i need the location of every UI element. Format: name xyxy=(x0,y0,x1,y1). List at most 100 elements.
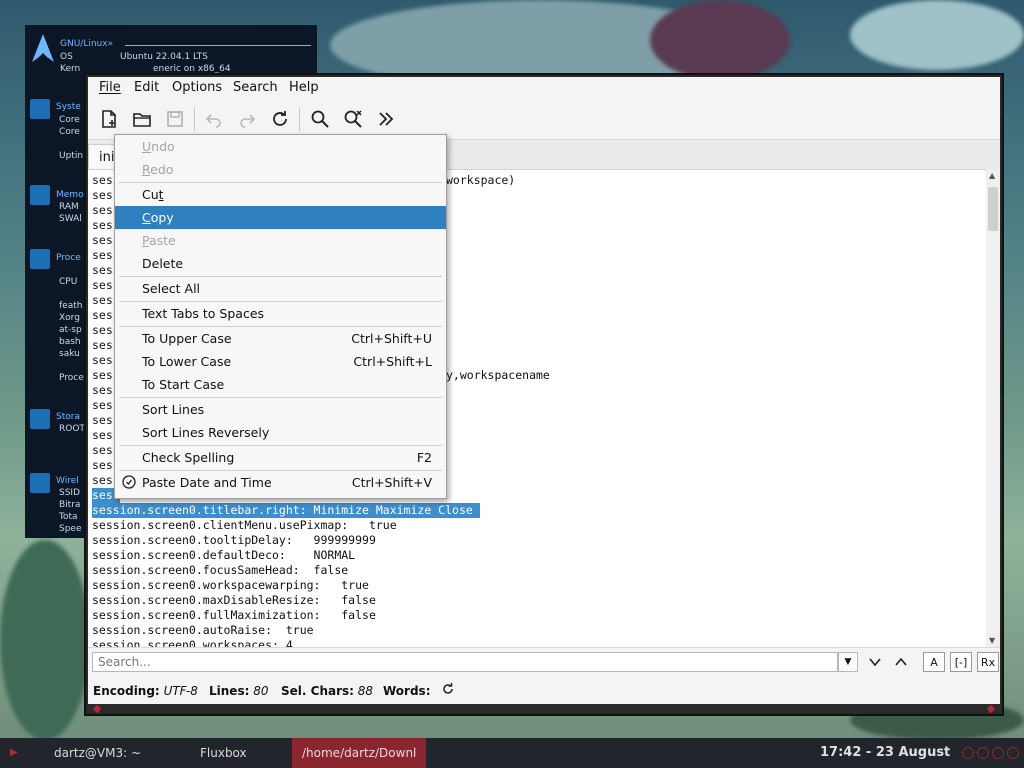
conky-row: SSID xyxy=(59,488,81,498)
more-icon[interactable] xyxy=(374,107,398,131)
taskbar-terminal-window[interactable]: dartz@VM3: ~ xyxy=(54,738,141,768)
taskbar-fluxbox-window[interactable]: Fluxbox xyxy=(200,738,247,768)
menu-item-select-all[interactable]: Select All xyxy=(115,277,446,300)
regex-toggle[interactable]: Rx xyxy=(977,652,999,672)
scroll-up-icon[interactable]: ▲ xyxy=(989,171,995,180)
whole-word-toggle[interactable]: [-] xyxy=(950,652,972,672)
menu-item-cut[interactable]: Cut xyxy=(115,183,446,206)
editor-line[interactable]: session.screen0.clientMenu.usePixmap: tr… xyxy=(92,518,397,533)
menu-item-shortcut: Ctrl+Shift+V xyxy=(351,475,432,490)
window-grip-left-icon[interactable] xyxy=(92,704,102,714)
new-document-icon[interactable] xyxy=(97,107,121,131)
menu-help[interactable]: Help xyxy=(289,80,319,95)
menu-item-redo[interactable]: Redo xyxy=(115,158,446,181)
menu-item-label: Check Spelling xyxy=(142,450,235,465)
save-icon[interactable] xyxy=(163,107,187,131)
menu-item-label: Paste xyxy=(142,233,176,248)
menu-item-sort-lines-reversely[interactable]: Sort Lines Reversely xyxy=(115,421,446,444)
editor-line[interactable]: session.screen0.workspacewarping: true xyxy=(92,578,369,593)
selchars-label: Sel. Chars: xyxy=(281,684,354,698)
status-bar: Encoding: UTF-8 Lines: 80 Sel. Chars: 88… xyxy=(88,677,1000,704)
taskbar-filemanager-window[interactable]: /home/dartz/Downl xyxy=(292,738,427,768)
conky-row: Proce xyxy=(59,373,84,383)
editor-line[interactable]: session.screen0.defaultDeco: NORMAL xyxy=(92,548,355,563)
vertical-scrollbar[interactable]: ▲ ▼ xyxy=(986,169,1000,647)
menu-item-text-tabs-to-spaces[interactable]: Text Tabs to Spaces xyxy=(115,302,446,325)
conky-row: Bitra xyxy=(59,500,81,510)
conky-row: Core xyxy=(59,115,80,125)
editor-line[interactable]: session.screen0.titlebar.right: Minimize… xyxy=(92,503,480,518)
conky-section-memory: Memo xyxy=(56,190,84,200)
conky-row: RAM xyxy=(59,202,79,212)
menu-item-label: Delete xyxy=(142,256,184,271)
editor-line[interactable]: session.screen0.maxDisableResize: false xyxy=(92,593,376,608)
menu-item-undo[interactable]: Undo xyxy=(115,135,446,158)
menu-item-delete[interactable]: Delete xyxy=(115,252,446,275)
cpu-chip-icon xyxy=(30,99,50,119)
conky-row: Core xyxy=(59,127,80,137)
conky-distro: GNU/Linux» xyxy=(60,39,114,49)
search-history-dropdown[interactable]: ▼ xyxy=(838,652,858,672)
tray-icon-4[interactable] xyxy=(1007,747,1019,759)
menu-item-sort-lines[interactable]: Sort Lines xyxy=(115,398,446,421)
menu-item-shortcut: Ctrl+Shift+L xyxy=(353,354,432,369)
scroll-down-icon[interactable]: ▼ xyxy=(989,636,995,645)
storage-icon xyxy=(30,409,50,429)
open-folder-icon[interactable] xyxy=(130,107,154,131)
find-replace-icon[interactable] xyxy=(341,107,365,131)
next-match-icon[interactable] xyxy=(864,652,886,672)
previous-match-icon[interactable] xyxy=(890,652,912,672)
match-case-toggle[interactable]: A xyxy=(923,652,945,672)
menu-item-label: Sort Lines Reversely xyxy=(142,425,270,440)
conky-os-value: Ubuntu 22.04.1 LTS xyxy=(120,52,209,62)
clock: 17:42 - 23 August xyxy=(820,745,951,760)
conky-section-storage: Stora xyxy=(56,412,80,422)
editor-line-fragment[interactable]: y,workspacename xyxy=(446,368,550,383)
editor-line[interactable]: session.screen0.tooltipDelay: 999999999 xyxy=(92,533,376,548)
editor-line[interactable]: session.screen0.autoRaise: true xyxy=(92,623,314,638)
find-icon[interactable] xyxy=(308,107,332,131)
conky-kernel-label: Kern xyxy=(60,64,81,74)
undo-icon[interactable] xyxy=(202,107,226,131)
clock-icon xyxy=(122,475,136,489)
process-graph-icon xyxy=(30,249,50,269)
wireless-signal-icon xyxy=(30,473,50,493)
lines-label: Lines: xyxy=(209,684,250,698)
tray-icon-3[interactable] xyxy=(992,747,1004,759)
word-count-refresh-icon[interactable] xyxy=(441,682,455,699)
menu-item-label: Paste Date and Time xyxy=(142,475,272,490)
scrollbar-thumb[interactable] xyxy=(988,187,998,231)
menu-item-to-start-case[interactable]: To Start Case xyxy=(115,373,446,396)
conky-section-processes: Proce xyxy=(56,253,81,263)
menu-edit[interactable]: Edit xyxy=(134,80,159,95)
search-input[interactable] xyxy=(92,652,838,672)
conky-row: at-sp xyxy=(59,325,82,335)
tray-icon-2[interactable] xyxy=(977,747,989,759)
conky-section-wireless: Wirel xyxy=(56,476,79,486)
editor-line[interactable]: session.screen0.focusSameHead: false xyxy=(92,563,348,578)
menu-item-copy[interactable]: Copy xyxy=(115,206,446,229)
taskbar-arrow-icon[interactable]: ▶ xyxy=(10,738,18,768)
menu-item-check-spelling[interactable]: Check Spelling F2 xyxy=(115,446,446,469)
menu-options[interactable]: Options xyxy=(172,80,222,95)
conky-row: saku xyxy=(59,349,80,359)
tray-icon-1[interactable] xyxy=(962,747,974,759)
menu-item-to-upper-case[interactable]: To Upper Case Ctrl+Shift+U xyxy=(115,327,446,350)
menu-item-to-lower-case[interactable]: To Lower Case Ctrl+Shift+L xyxy=(115,350,446,373)
redo-icon[interactable] xyxy=(235,107,259,131)
editor-line-fragment[interactable]: workspace) xyxy=(446,173,515,188)
menu-search[interactable]: Search xyxy=(233,80,278,95)
conky-row: ROOT xyxy=(59,424,85,434)
menu-file[interactable]: File xyxy=(99,80,121,95)
reload-icon[interactable] xyxy=(268,107,292,131)
menu-item-label: Sort Lines xyxy=(142,402,205,417)
search-bar: ▼ A [-] Rx xyxy=(88,647,1000,678)
conky-row: CPU xyxy=(59,277,78,287)
conky-section-system: Syste xyxy=(56,102,81,112)
menu-bar: File Edit Options Search Help xyxy=(88,77,1000,99)
window-grip-right-icon[interactable] xyxy=(986,704,996,714)
editor-line[interactable]: session.screen0.fullMaximization: false xyxy=(92,608,376,623)
menu-item-label: To Lower Case xyxy=(142,354,232,369)
menu-item-paste-date-and-time[interactable]: Paste Date and Time Ctrl+Shift+V xyxy=(115,471,446,494)
menu-item-paste[interactable]: Paste xyxy=(115,229,446,252)
